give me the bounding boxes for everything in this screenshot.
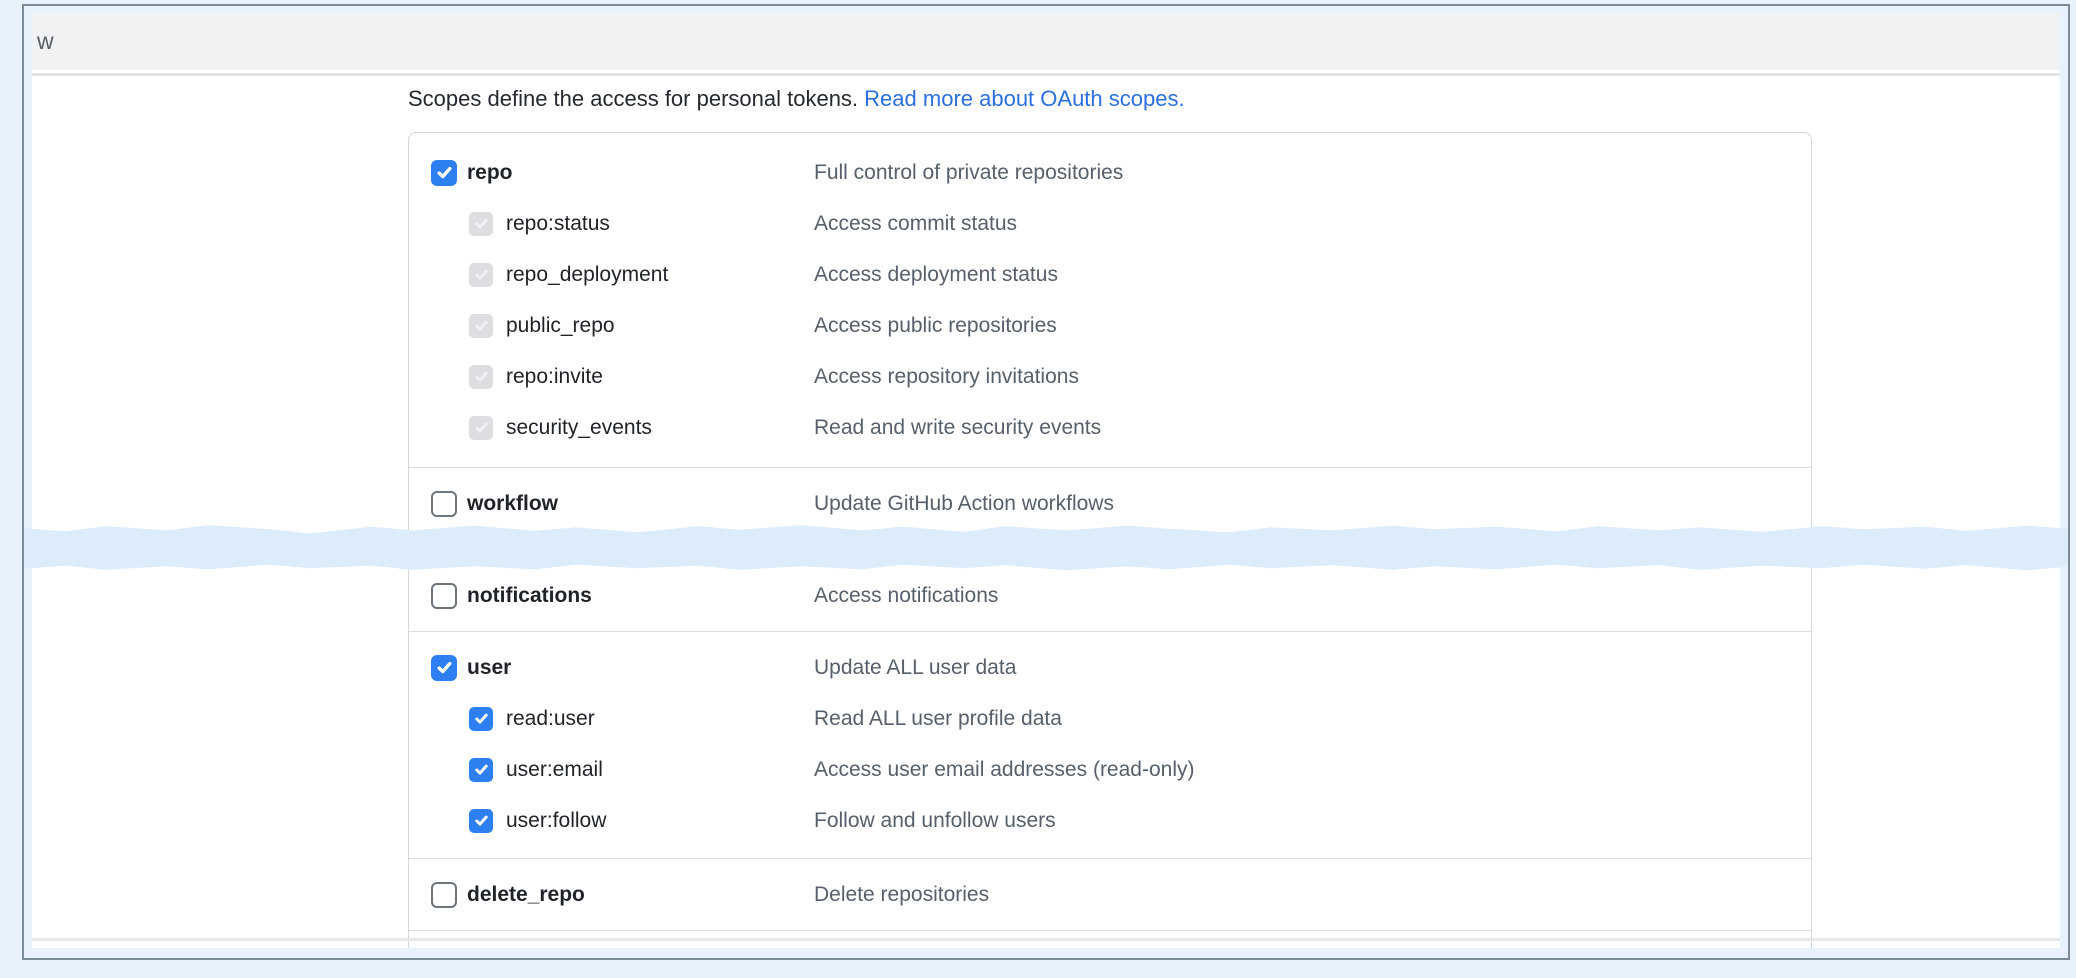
scope-row-notifications[interactable]: notifications Access notifications [409, 570, 1811, 621]
scope-desc-repo-invite: Access repository invitations [814, 365, 1079, 389]
check-icon [436, 164, 453, 181]
scope-name-user: user [467, 656, 511, 680]
scope-desc-workflow: Update GitHub Action workflows [814, 492, 1114, 516]
scope-row-repo-deployment: repo_deployment Access deployment status [409, 249, 1811, 300]
scope-name-delete-repo: delete_repo [467, 883, 585, 907]
scope-desc-repo-status: Access commit status [814, 212, 1017, 236]
viewport-frame: w Scopes define the access for personal … [22, 4, 2070, 960]
scope-desc-notifications: Access notifications [814, 584, 998, 608]
scope-group-user: user Update ALL user data read:user Read… [409, 631, 1811, 858]
scope-name-workflow: workflow [467, 492, 558, 516]
checkbox-security-events [469, 416, 493, 440]
checkbox-read-user[interactable] [469, 707, 493, 731]
checkbox-user[interactable] [431, 655, 457, 681]
scope-row-repo-invite: repo:invite Access repository invitation… [409, 351, 1811, 402]
checkbox-repo-status [469, 212, 493, 236]
scope-desc-user: Update ALL user data [814, 656, 1016, 680]
scope-row-user-email[interactable]: user:email Access user email addresses (… [409, 744, 1811, 795]
scopes-intro: Scopes define the access for personal to… [408, 86, 1812, 112]
checkbox-user-follow[interactable] [469, 809, 493, 833]
scope-row-user-follow[interactable]: user:follow Follow and unfollow users [409, 795, 1811, 846]
checkbox-workflow[interactable] [431, 491, 457, 517]
header-text: w [37, 28, 54, 55]
scope-name-repo-deployment: repo_deployment [506, 263, 668, 287]
checkbox-delete-repo[interactable] [431, 882, 457, 908]
scope-group-repo: repo Full control of private repositorie… [409, 133, 1811, 467]
checkbox-notifications[interactable] [431, 583, 457, 609]
scope-group-delete-repo: delete_repo Delete repositories [409, 858, 1811, 931]
check-icon [436, 659, 453, 676]
check-icon [474, 318, 489, 333]
checkbox-repo-deployment [469, 263, 493, 287]
check-icon [474, 711, 489, 726]
header-strip: w [32, 13, 2060, 70]
scope-row-public-repo: public_repo Access public repositories [409, 300, 1811, 351]
token-scopes-form: Scopes define the access for personal to… [408, 86, 1812, 948]
scope-desc-read-user: Read ALL user profile data [814, 707, 1062, 731]
scope-name-repo-invite: repo:invite [506, 365, 603, 389]
check-icon [474, 762, 489, 777]
scope-row-repo-status: repo:status Access commit status [409, 198, 1811, 249]
scope-row-security-events: security_events Read and write security … [409, 402, 1811, 453]
scope-name-repo: repo [467, 161, 513, 185]
checkbox-repo[interactable] [431, 160, 457, 186]
checkbox-user-email[interactable] [469, 758, 493, 782]
checkbox-repo-invite [469, 365, 493, 389]
check-icon [474, 267, 489, 282]
scope-desc-security-events: Read and write security events [814, 416, 1101, 440]
scope-desc-delete-repo: Delete repositories [814, 883, 989, 907]
check-icon [474, 420, 489, 435]
scopes-intro-text: Scopes define the access for personal to… [408, 86, 858, 111]
scope-row-delete-repo[interactable]: delete_repo Delete repositories [409, 869, 1811, 920]
scope-desc-repo-deployment: Access deployment status [814, 263, 1058, 287]
scope-row-repo[interactable]: repo Full control of private repositorie… [409, 147, 1811, 198]
scope-name-public-repo: public_repo [506, 314, 615, 338]
oauth-scopes-link[interactable]: Read more about OAuth scopes. [864, 86, 1184, 111]
scope-desc-user-email: Access user email addresses (read-only) [814, 758, 1194, 782]
scope-name-security-events: security_events [506, 416, 652, 440]
scope-name-notifications: notifications [467, 584, 592, 608]
scope-desc-user-follow: Follow and unfollow users [814, 809, 1056, 833]
scope-desc-repo: Full control of private repositories [814, 161, 1123, 185]
scope-row-read-user[interactable]: read:user Read ALL user profile data [409, 693, 1811, 744]
check-icon [474, 369, 489, 384]
page-bottom-divider [32, 938, 2060, 941]
scope-name-read-user: read:user [506, 707, 595, 731]
scope-row-workflow[interactable]: workflow Update GitHub Action workflows [409, 478, 1811, 529]
scope-row-user[interactable]: user Update ALL user data [409, 642, 1811, 693]
check-icon [474, 216, 489, 231]
scope-name-user-follow: user:follow [506, 809, 606, 833]
page: w Scopes define the access for personal … [32, 13, 2060, 948]
scope-desc-public-repo: Access public repositories [814, 314, 1057, 338]
check-icon [474, 813, 489, 828]
checkbox-public-repo [469, 314, 493, 338]
scope-name-repo-status: repo:status [506, 212, 610, 236]
scope-name-user-email: user:email [506, 758, 603, 782]
header-divider [32, 73, 2060, 76]
